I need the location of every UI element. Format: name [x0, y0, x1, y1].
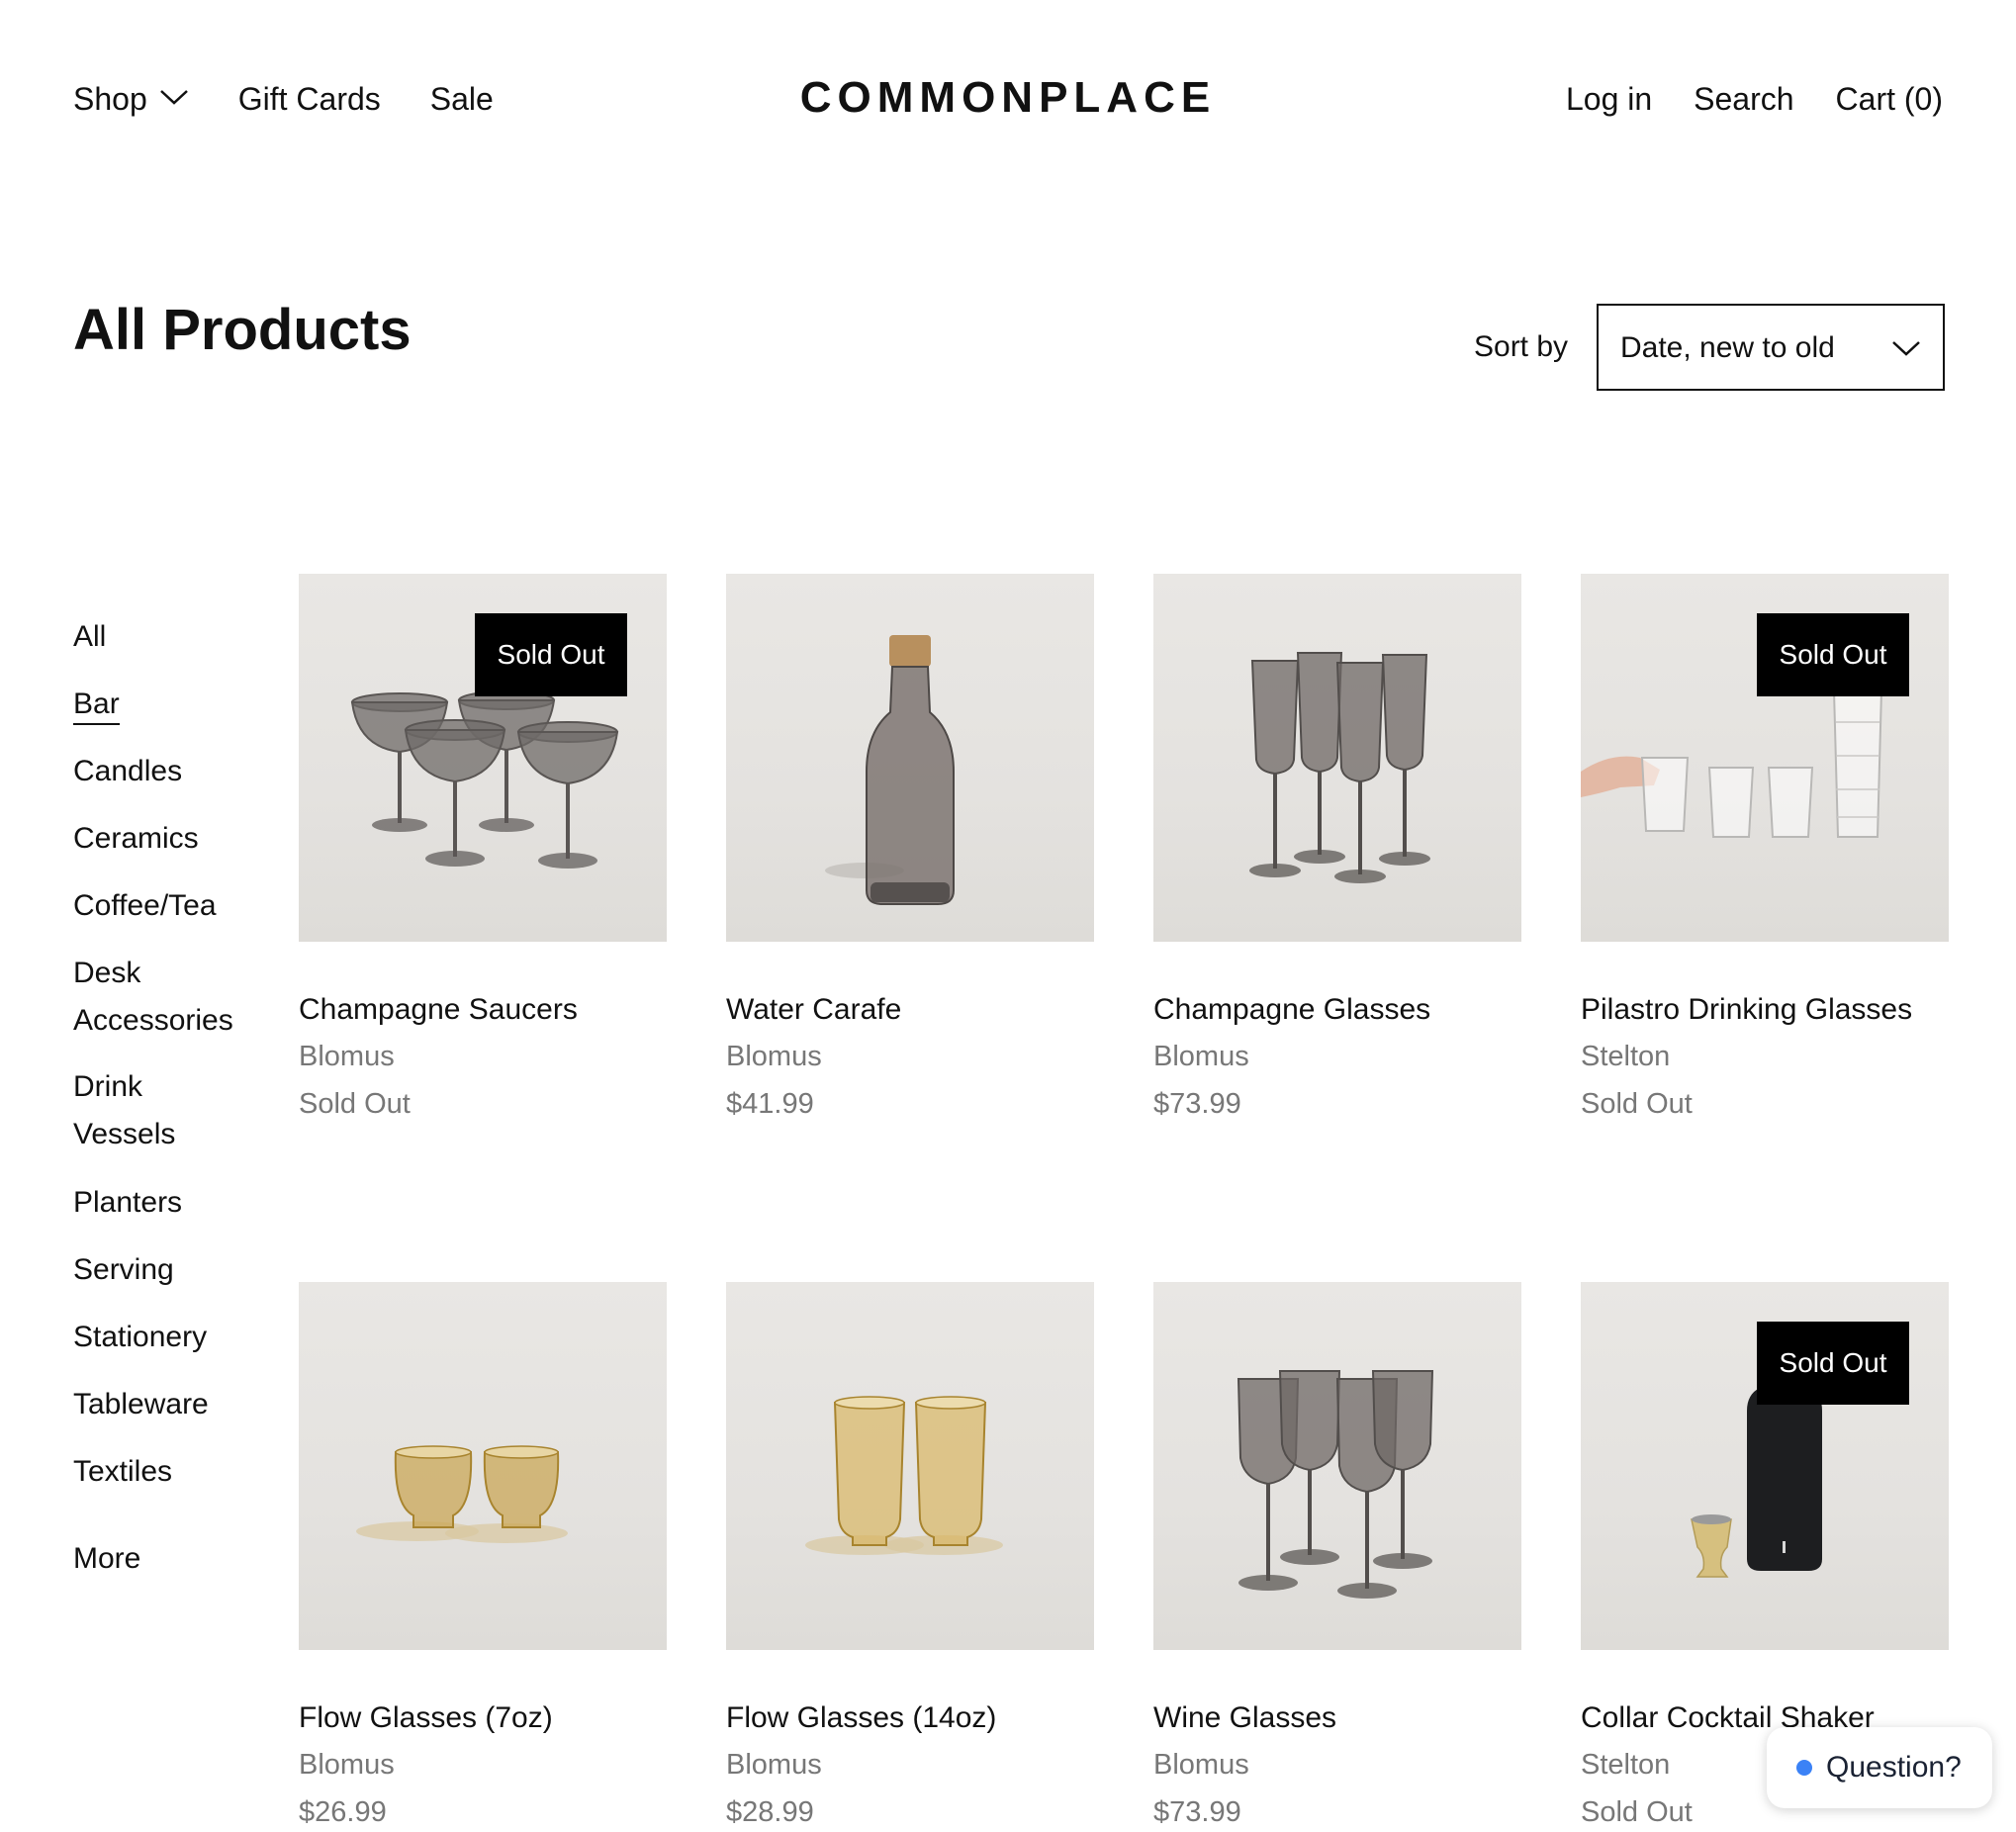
product-image[interactable] — [1153, 574, 1521, 942]
sidebar-item-desk-accessories[interactable]: Desk Accessories — [73, 950, 251, 1045]
product-price: Sold Out — [1581, 1796, 1693, 1828]
chat-widget-button[interactable]: Question? — [1767, 1727, 1992, 1808]
product-image[interactable] — [726, 574, 1094, 942]
product-vendor: Blomus — [726, 1749, 822, 1781]
product-image[interactable]: Sold Out — [1581, 1282, 1949, 1650]
product-card[interactable]: Wine Glasses Blomus $73.99 — [1153, 1282, 1521, 1828]
product-card[interactable]: Flow Glasses (7oz) Blomus $26.99 — [299, 1282, 667, 1828]
sold-out-badge: Sold Out — [1757, 1322, 1909, 1405]
product-vendor: Blomus — [299, 1041, 395, 1072]
product-name[interactable]: Flow Glasses (7oz) — [299, 1701, 553, 1735]
chat-label: Question? — [1826, 1751, 1962, 1784]
sidebar-item-label: Desk Accessories — [73, 957, 233, 1037]
product-vendor: Blomus — [726, 1041, 822, 1072]
sidebar-item-label: Ceramics — [73, 822, 199, 855]
water-carafe-image — [825, 635, 955, 905]
product-price: $73.99 — [1153, 1088, 1241, 1120]
search-link[interactable]: Search — [1694, 81, 1793, 118]
product-vendor: Blomus — [1153, 1041, 1249, 1072]
product-name[interactable]: Champagne Saucers — [299, 993, 578, 1027]
sidebar-item-tableware[interactable]: Tableware — [73, 1381, 251, 1428]
amber-short-glasses-image — [356, 1445, 568, 1543]
sidebar-item-label: Drink Vessels — [73, 1070, 176, 1150]
product-image[interactable] — [726, 1282, 1094, 1650]
product-vendor: Stelton — [1581, 1041, 1671, 1072]
login-link[interactable]: Log in — [1566, 81, 1652, 118]
sidebar-item-all[interactable]: All — [73, 613, 251, 661]
product-card[interactable]: Flow Glasses (14oz) Blomus $28.99 — [726, 1282, 1094, 1828]
product-name[interactable]: Pilastro Drinking Glasses — [1581, 993, 1912, 1027]
product-image[interactable] — [299, 1282, 667, 1650]
cart-link[interactable]: Cart (0) — [1836, 81, 1943, 118]
sidebar-item-label: Coffee/Tea — [73, 889, 217, 922]
sold-out-badge: Sold Out — [475, 613, 627, 696]
sidebar-item-serving[interactable]: Serving — [73, 1246, 251, 1294]
sort-dropdown[interactable]: Date, new to old — [1597, 304, 1945, 391]
wine-glasses-image — [1237, 1370, 1434, 1599]
product-card[interactable]: Water Carafe Blomus $41.99 — [726, 574, 1094, 1120]
product-image[interactable]: Sold Out — [1581, 574, 1949, 942]
product-vendor: Blomus — [299, 1749, 395, 1781]
product-price: Sold Out — [299, 1088, 411, 1120]
product-price: Sold Out — [1581, 1088, 1693, 1120]
champagne-flutes-image — [1249, 652, 1430, 883]
sidebar-item-label: Planters — [73, 1186, 183, 1219]
sidebar-item-candles[interactable]: Candles — [73, 748, 251, 795]
sidebar-item-drink-vessels[interactable]: Drink Vessels — [73, 1063, 251, 1158]
chevron-down-icon — [1891, 339, 1921, 362]
sidebar-item-label: All — [73, 620, 107, 653]
page-title: All Products — [73, 298, 412, 362]
sidebar-item-label: Tableware — [73, 1388, 209, 1420]
product-image[interactable]: Sold Out — [299, 574, 667, 942]
sidebar-item-label: Bar — [73, 687, 120, 725]
product-image[interactable] — [1153, 1282, 1521, 1650]
account-nav: Log in Search Cart (0) — [1524, 81, 1943, 118]
sort-value: Date, new to old — [1620, 331, 1835, 364]
sidebar-item-label: Serving — [73, 1253, 174, 1286]
sold-out-badge: Sold Out — [1757, 613, 1909, 696]
product-vendor: Blomus — [1153, 1749, 1249, 1781]
sidebar-item-ceramics[interactable]: Ceramics — [73, 815, 251, 863]
product-card[interactable]: Sold Out Collar Cocktail Shaker Stelton … — [1581, 1282, 1949, 1828]
product-price: $73.99 — [1153, 1796, 1241, 1828]
sidebar-item-label: Stationery — [73, 1321, 208, 1353]
sidebar-item-stationery[interactable]: Stationery — [73, 1314, 251, 1361]
product-name[interactable]: Wine Glasses — [1153, 1701, 1336, 1735]
sidebar-more-link[interactable]: More — [73, 1535, 251, 1583]
product-name[interactable]: Champagne Glasses — [1153, 993, 1430, 1027]
sidebar-item-label: Textiles — [73, 1455, 173, 1488]
sidebar-item-coffee-tea[interactable]: Coffee/Tea — [73, 882, 251, 930]
product-price: $26.99 — [299, 1796, 387, 1828]
sidebar-more-label: More — [73, 1542, 141, 1575]
status-dot-icon — [1796, 1760, 1812, 1776]
product-name[interactable]: Water Carafe — [726, 993, 901, 1027]
product-name[interactable]: Flow Glasses (14oz) — [726, 1701, 996, 1735]
product-price: $28.99 — [726, 1796, 814, 1828]
amber-tall-glasses-image — [805, 1396, 1003, 1555]
sidebar-item-bar[interactable]: Bar — [73, 681, 251, 728]
product-card[interactable]: Sold Out Champagne Saucers Blomus Sold O… — [299, 574, 667, 1120]
product-card[interactable]: Sold Out Pilastro Drinking Glasses Stelt… — [1581, 574, 1949, 1120]
product-card[interactable]: Champagne Glasses Blomus $73.99 — [1153, 574, 1521, 1120]
site-header: Shop Gift Cards Sale COMMONPLACE Log in … — [0, 0, 2016, 208]
sort-label: Sort by — [1474, 330, 1569, 363]
product-vendor: Stelton — [1581, 1749, 1671, 1781]
sidebar-item-label: Candles — [73, 755, 183, 787]
sidebar-item-planters[interactable]: Planters — [73, 1179, 251, 1227]
sidebar-item-textiles[interactable]: Textiles — [73, 1448, 251, 1496]
product-price: $41.99 — [726, 1088, 814, 1120]
